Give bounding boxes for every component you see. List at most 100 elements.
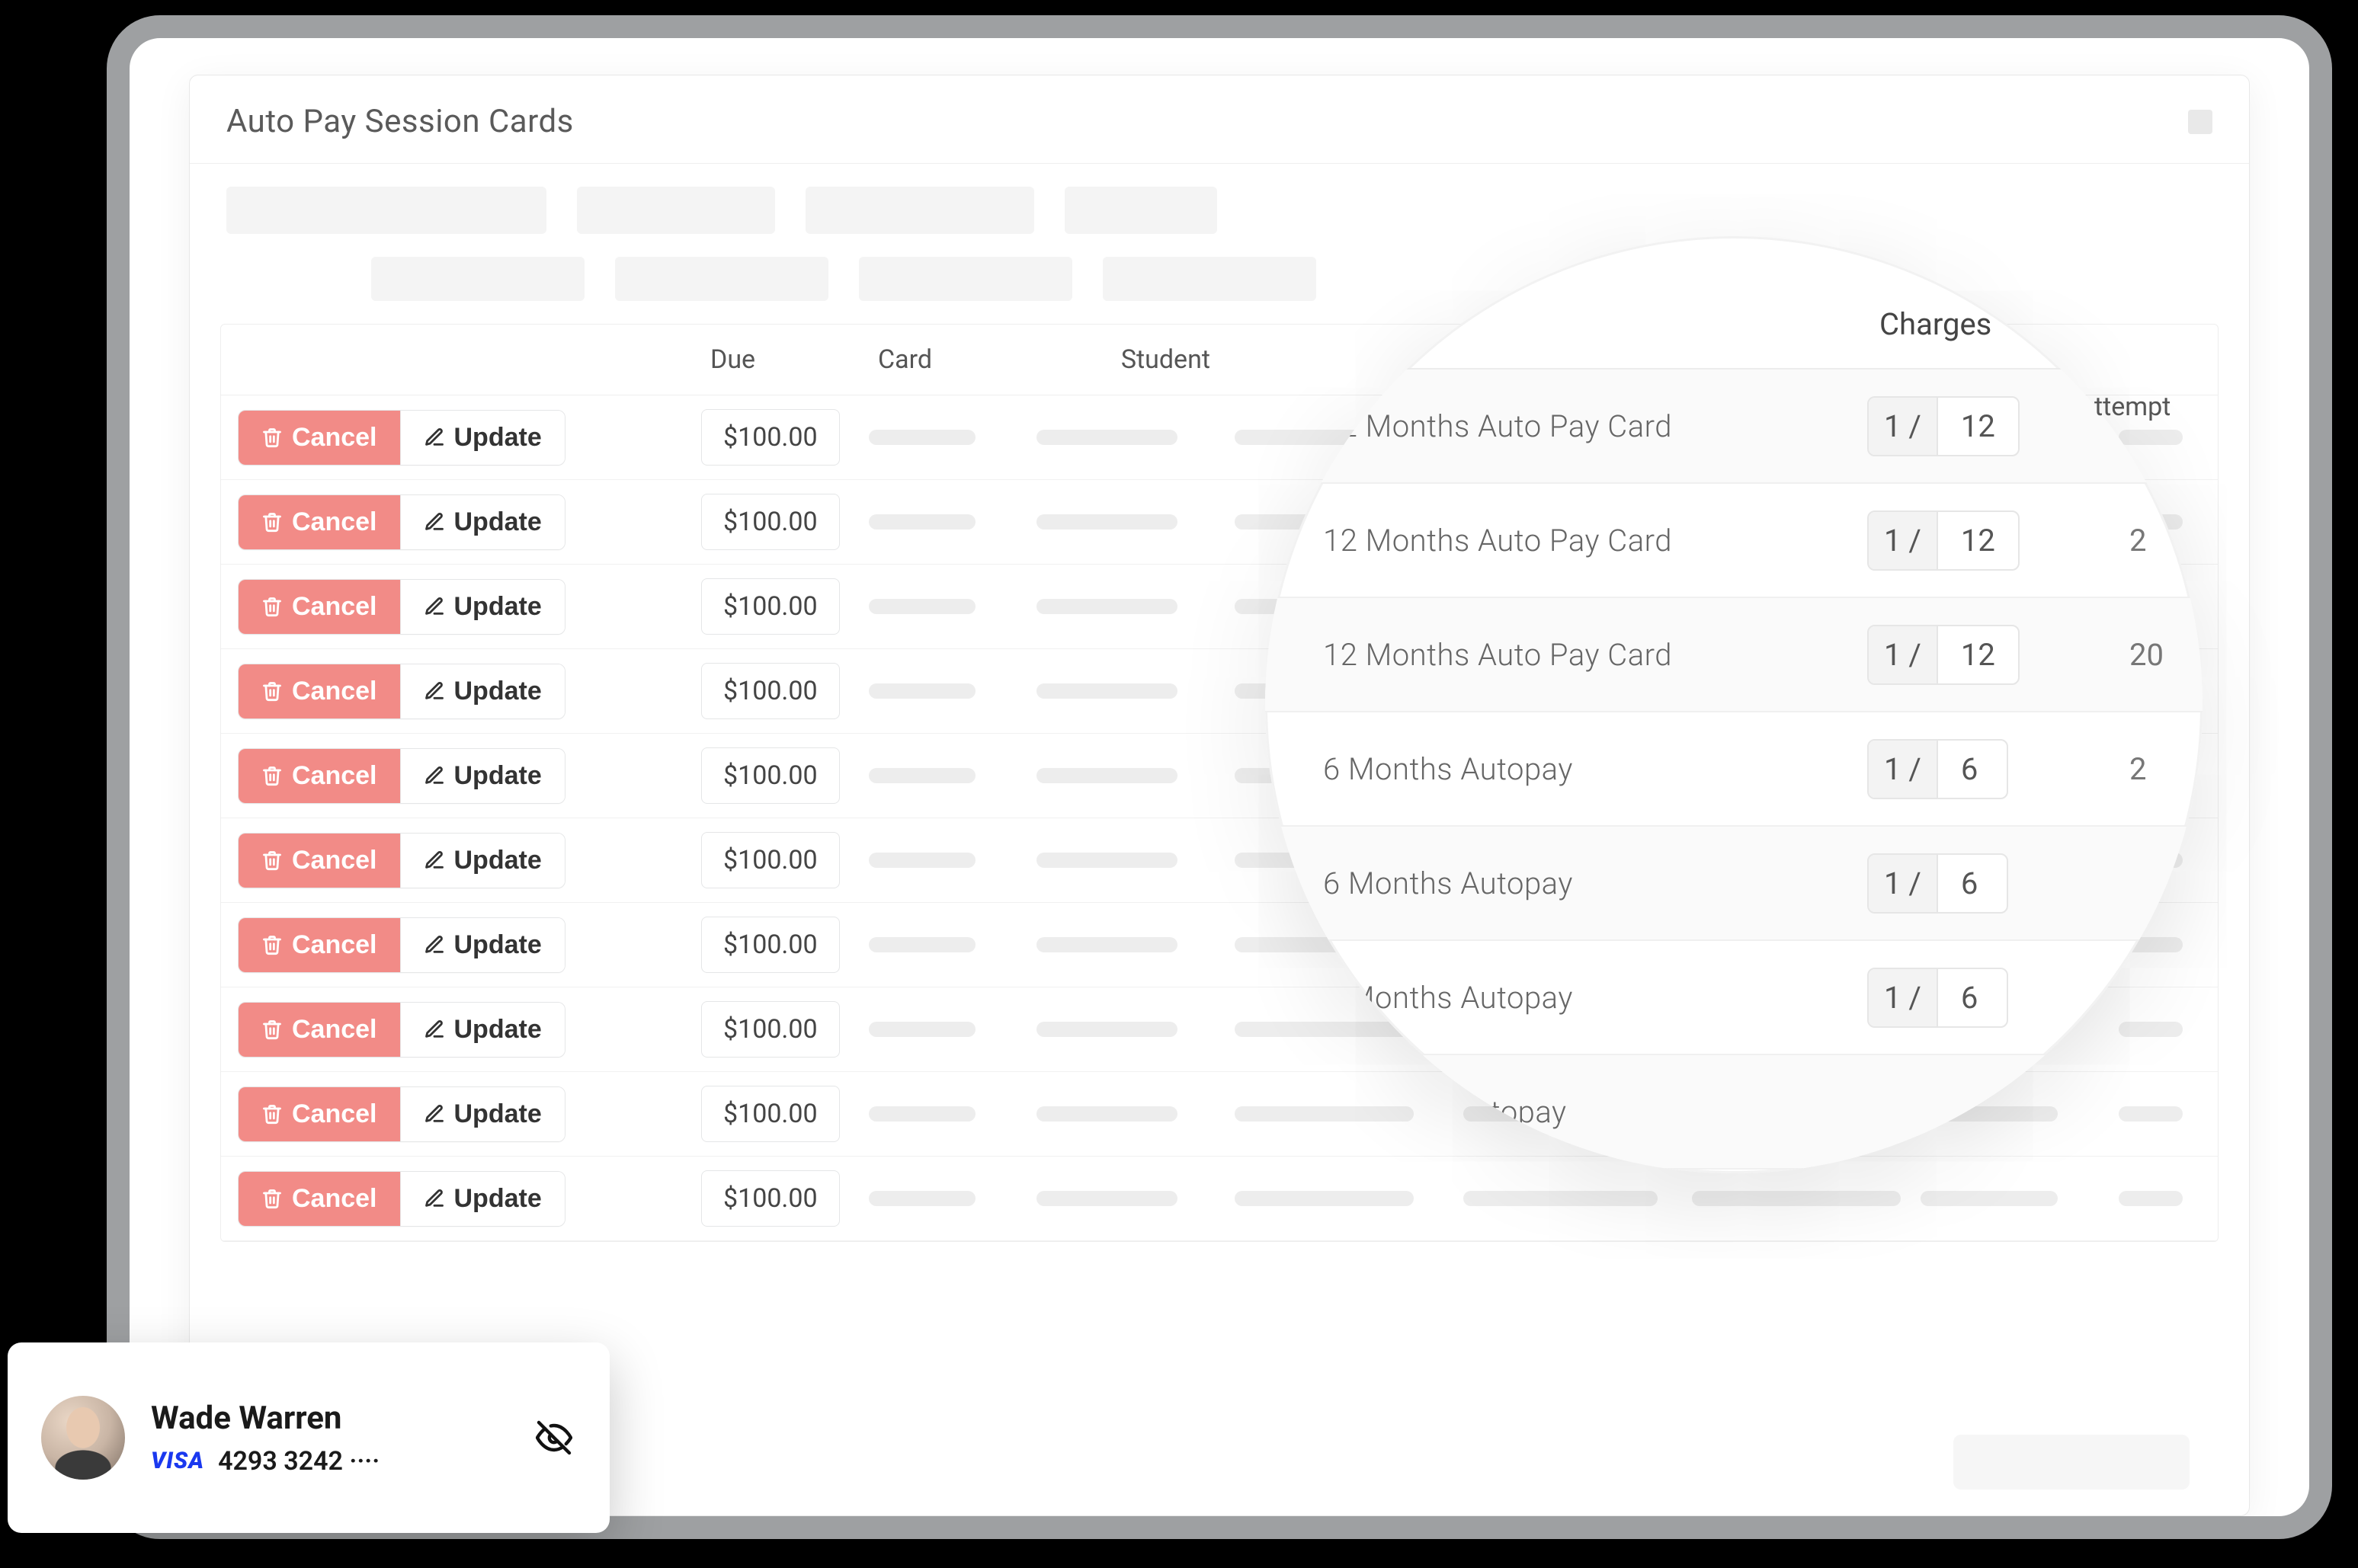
col-attempt-partial: ttempt bbox=[2094, 392, 2171, 422]
row-actions: Cancel Update bbox=[221, 1086, 694, 1142]
payer-name: Wade Warren bbox=[151, 1400, 506, 1437]
update-label: Update bbox=[454, 761, 542, 791]
due-amount: $100.00 bbox=[701, 409, 840, 466]
zoom-table-row: 6 Months Autopay1 /6 bbox=[1265, 827, 2203, 941]
row-button-group: Cancel Update bbox=[238, 579, 565, 635]
zoom-table-row: er Month Autopay bbox=[1265, 1055, 2203, 1170]
skeleton-cell bbox=[869, 514, 976, 530]
due-amount: $100.00 bbox=[701, 1170, 840, 1227]
cancel-button[interactable]: Cancel bbox=[239, 495, 400, 549]
edit-icon bbox=[424, 1188, 445, 1209]
charges-total: 6 bbox=[1938, 855, 2007, 912]
update-button[interactable]: Update bbox=[400, 749, 565, 803]
zoom-product: 6 Months Autopay bbox=[1311, 980, 1867, 1016]
footer-action-placeholder bbox=[1953, 1435, 2190, 1490]
due-amount: $100.00 bbox=[701, 1001, 840, 1058]
zoom-charges: 1 /6 bbox=[1867, 739, 2111, 799]
update-button[interactable]: Update bbox=[400, 664, 565, 718]
due-cell: $100.00 bbox=[694, 832, 861, 888]
cancel-button[interactable]: Cancel bbox=[239, 664, 400, 718]
charges-pill: 1 /6 bbox=[1867, 739, 2008, 799]
update-button[interactable]: Update bbox=[400, 580, 565, 634]
cancel-label: Cancel bbox=[292, 1099, 377, 1129]
charges-total: 12 bbox=[1938, 626, 2018, 683]
charges-paid: 1 / bbox=[1869, 741, 1938, 798]
zoom-charges: 1 /12 bbox=[1867, 510, 2111, 571]
due-cell: $100.00 bbox=[694, 494, 861, 550]
update-label: Update bbox=[454, 1184, 542, 1214]
zoom-col-product: Product bbox=[1311, 285, 1867, 368]
charges-pill: 1 /12 bbox=[1867, 510, 2020, 571]
cancel-label: Cancel bbox=[292, 592, 377, 622]
cancel-button[interactable]: Cancel bbox=[239, 918, 400, 972]
update-button[interactable]: Update bbox=[400, 1172, 565, 1226]
zoom-table-row: 12 Months Auto Pay Card1 /1220 bbox=[1265, 598, 2203, 712]
due-cell: $100.00 bbox=[694, 1001, 861, 1058]
skeleton-cell bbox=[2119, 1191, 2183, 1206]
edit-icon bbox=[424, 934, 445, 955]
skeleton-cell bbox=[1036, 514, 1177, 530]
due-amount: $100.00 bbox=[701, 1086, 840, 1142]
cancel-button[interactable]: Cancel bbox=[239, 834, 400, 888]
avatar bbox=[41, 1396, 125, 1480]
skeleton-cell bbox=[869, 599, 976, 614]
update-button[interactable]: Update bbox=[400, 1087, 565, 1141]
cancel-button[interactable]: Cancel bbox=[239, 1172, 400, 1226]
row-actions: Cancel Update bbox=[221, 1171, 694, 1227]
cancel-button[interactable]: Cancel bbox=[239, 1087, 400, 1141]
zoom-product: 12 Months Auto Pay Card bbox=[1311, 637, 1867, 673]
update-label: Update bbox=[454, 677, 542, 706]
row-button-group: CancelUpdate bbox=[238, 917, 565, 973]
trash-icon bbox=[261, 850, 283, 871]
charges-total: 6 bbox=[1938, 969, 2007, 1026]
update-button[interactable]: Update bbox=[400, 918, 565, 972]
edit-icon bbox=[424, 1019, 445, 1040]
skeleton-cell bbox=[1036, 1022, 1177, 1037]
zoom-lens: Product Charges ttempt 12 Months Auto Pa… bbox=[1265, 236, 2203, 1173]
modal-title: Auto Pay Session Cards bbox=[226, 103, 574, 140]
skeleton-cell bbox=[869, 430, 976, 445]
card-number: 4293 3242 ···· bbox=[218, 1446, 380, 1477]
cancel-button[interactable]: Cancel bbox=[239, 411, 400, 465]
zoom-table-header: Product Charges ttempt bbox=[1265, 285, 2203, 370]
skeleton-cell bbox=[1036, 1191, 1177, 1206]
charges-total: 6 bbox=[1938, 741, 2007, 798]
trash-icon bbox=[261, 1188, 283, 1209]
cancel-label: Cancel bbox=[292, 846, 377, 875]
skeleton-cell bbox=[869, 1106, 976, 1122]
col-card: Card bbox=[861, 325, 1029, 395]
close-icon[interactable] bbox=[2188, 110, 2212, 134]
zoom-table-row: 6 Months Autopay1 /6 bbox=[1265, 941, 2203, 1055]
update-button[interactable]: Update bbox=[400, 411, 565, 465]
row-button-group: CancelUpdate bbox=[238, 410, 565, 466]
edit-icon bbox=[424, 680, 445, 702]
toolbar-row-1 bbox=[190, 164, 2249, 249]
zoom-product: 12 Months Auto Pay Card bbox=[1311, 523, 1867, 558]
zoom-attempt: 20 bbox=[2111, 637, 2203, 673]
row-actions: Cancel Update bbox=[221, 833, 694, 888]
skeleton-cell bbox=[869, 1191, 976, 1206]
skeleton-cell bbox=[1235, 1191, 1414, 1206]
charges-paid: 1 / bbox=[1869, 398, 1938, 455]
cancel-button[interactable]: Cancel bbox=[239, 749, 400, 803]
cancel-button[interactable]: Cancel bbox=[239, 580, 400, 634]
update-button[interactable]: Update bbox=[400, 495, 565, 549]
zoom-charges: 1 /12 bbox=[1867, 625, 2111, 685]
zoom-product: 6 Months Autopay bbox=[1311, 866, 1867, 901]
zoom-table-row: 12 Months Auto Pay Card1 /122 bbox=[1265, 484, 2203, 598]
update-button[interactable]: Update bbox=[400, 1003, 565, 1057]
due-amount: $100.00 bbox=[701, 747, 840, 804]
charges-pill: 1 /12 bbox=[1867, 396, 2020, 456]
update-button[interactable]: Update bbox=[400, 834, 565, 888]
zoom-charges: 1 /6 bbox=[1867, 968, 2111, 1028]
skeleton-filter bbox=[806, 187, 1034, 234]
row-actions: CancelUpdate bbox=[221, 1002, 694, 1058]
trash-icon bbox=[261, 1019, 283, 1040]
row-button-group: Cancel Update bbox=[238, 748, 565, 804]
skeleton-cell bbox=[869, 853, 976, 868]
payment-card-row: VISA 4293 3242 ···· bbox=[151, 1446, 506, 1477]
skeleton-cell bbox=[1463, 1191, 1658, 1206]
eye-off-icon[interactable] bbox=[532, 1416, 576, 1460]
cancel-button[interactable]: Cancel bbox=[239, 1003, 400, 1057]
skeleton-filter bbox=[615, 257, 828, 301]
